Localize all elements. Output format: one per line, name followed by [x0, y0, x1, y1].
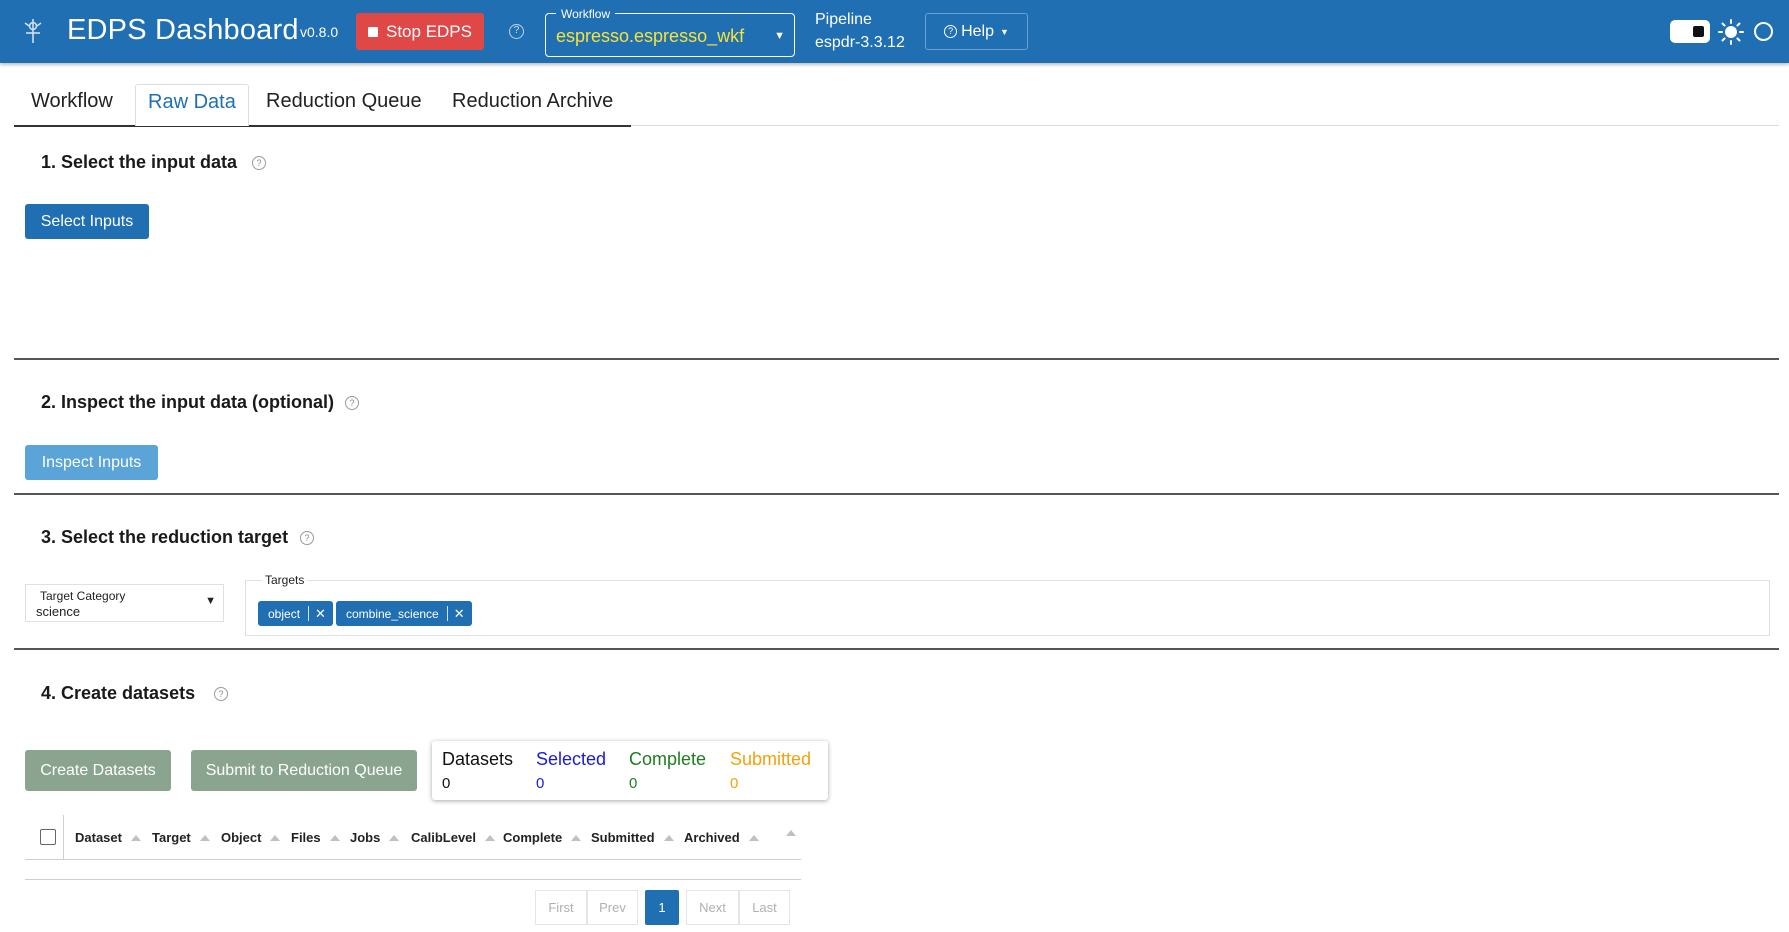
sort-icon [748, 834, 759, 841]
table-bottom-border [25, 879, 801, 880]
help-dropdown-button[interactable]: ? Help ▼ [925, 13, 1028, 50]
submit-to-queue-button[interactable]: Submit to Reduction Queue [191, 750, 417, 791]
help-label: Help [961, 22, 994, 40]
column-header-dataset[interactable]: Dataset [75, 830, 141, 845]
sort-icon [663, 834, 674, 841]
section-select-input-title: 1. Select the input data [41, 152, 238, 172]
pagination-page-1[interactable]: 1 [645, 890, 679, 925]
pagination-last[interactable]: Last [739, 890, 790, 925]
column-header-jobs[interactable]: Jobs [350, 830, 400, 845]
stop-edps-label: Stop EDPS [386, 21, 472, 41]
stat-selected-label: Selected [536, 749, 607, 769]
workflow-label: Workflow [556, 7, 616, 21]
column-header-complete[interactable]: Complete [503, 830, 582, 845]
workflow-select[interactable]: Workflow espresso.espresso_wkf ▼ [545, 7, 795, 57]
dataset-stats-panel: Datasets 0 Selected 0 Complete 0 Submitt… [432, 741, 828, 800]
column-header-caliblevel[interactable]: CalibLevel [411, 830, 496, 845]
help-circle-icon[interactable]: ? [509, 24, 524, 39]
stat-datasets-label: Datasets [442, 749, 514, 769]
column-header-object[interactable]: Object [221, 830, 281, 845]
edps-logo-icon [24, 19, 42, 43]
tab-workflow[interactable]: Workflow [31, 84, 113, 126]
stat-datasets: Datasets 0 [442, 749, 513, 792]
sun-icon[interactable] [1718, 19, 1744, 45]
column-header-target[interactable]: Target [152, 830, 210, 845]
tab-reduction-archive[interactable]: Reduction Archive [452, 84, 613, 126]
app-title: EDPS Dashboard [67, 14, 299, 46]
select-inputs-button[interactable]: Select Inputs [25, 204, 149, 239]
pagination-next[interactable]: Next [686, 890, 739, 925]
caret-down-icon: ▼ [999, 26, 1009, 37]
sort-icon [199, 834, 210, 841]
stat-complete-value: 0 [629, 775, 638, 792]
column-header-archived[interactable]: Archived [684, 830, 759, 845]
sort-icon [329, 834, 340, 841]
caret-down-icon: ▼ [205, 595, 216, 607]
column-header-extra[interactable] [786, 830, 796, 836]
target-chip-label: combine_science [346, 606, 439, 621]
target-category-value: science [36, 604, 81, 619]
theme-toggle-icon [1693, 26, 1704, 37]
stop-edps-button[interactable]: Stop EDPS [356, 13, 484, 50]
target-category-label: Target Category [40, 589, 126, 603]
remove-target-icon[interactable]: ✕ [315, 606, 326, 622]
help-circle-icon[interactable]: ? [345, 396, 359, 410]
section-reduction-target-title: 3. Select the reduction target [41, 527, 289, 547]
remove-target-icon[interactable]: ✕ [454, 606, 465, 622]
stat-selected: Selected 0 [536, 749, 606, 792]
stat-submitted-value: 0 [730, 775, 739, 792]
theme-toggle[interactable] [1670, 20, 1710, 43]
status-circle-icon [1754, 22, 1773, 41]
sort-icon [786, 830, 796, 836]
stat-submitted-label: Submitted [730, 749, 812, 769]
stat-complete-label: Complete [629, 749, 707, 769]
section-divider [14, 358, 1779, 360]
stop-icon [368, 26, 378, 37]
targets-label: Targets [262, 573, 308, 587]
stat-submitted: Submitted 0 [730, 749, 811, 792]
sort-icon [571, 834, 582, 841]
sort-icon [485, 834, 496, 841]
inspect-inputs-button[interactable]: Inspect Inputs [25, 445, 158, 480]
sort-icon [270, 834, 281, 841]
section-create-datasets-title: 4. Create datasets [41, 683, 196, 703]
create-datasets-button[interactable]: Create Datasets [25, 750, 171, 791]
help-circle-icon[interactable]: ? [300, 531, 314, 545]
help-circle-icon[interactable]: ? [214, 687, 228, 701]
pagination-prev[interactable]: Prev [587, 890, 638, 925]
target-category-select[interactable]: Target Category science ▼ [25, 584, 224, 622]
target-chip-object: object ✕ [258, 601, 333, 626]
tab-reduction-queue[interactable]: Reduction Queue [266, 84, 422, 126]
top-navbar: EDPS Dashboard v0.8.0 Stop EDPS ? Workfl… [0, 0, 1789, 63]
stat-selected-value: 0 [536, 775, 545, 792]
targets-multiselect[interactable] [245, 580, 1770, 636]
section-inspect-input-title: 2. Inspect the input data (optional) [41, 392, 335, 412]
help-circle-icon[interactable]: ? [252, 156, 266, 170]
pagination-first[interactable]: First [535, 890, 587, 925]
target-chip-label: object [268, 606, 301, 621]
column-header-files[interactable]: Files [291, 830, 340, 845]
target-chip-combine-science: combine_science ✕ [336, 601, 472, 626]
tab-raw-data[interactable]: Raw Data [135, 84, 249, 126]
pipeline-value: espdr-3.3.12 [815, 34, 905, 51]
stat-datasets-value: 0 [442, 775, 451, 792]
stat-complete: Complete 0 [629, 749, 706, 792]
select-all-checkbox[interactable] [40, 829, 56, 845]
pipeline-label: Pipeline [815, 11, 872, 28]
sort-icon [389, 834, 400, 841]
pipeline-info: Pipeline espdr-3.3.12 [815, 8, 905, 54]
section-divider [14, 648, 1779, 650]
version-label: v0.8.0 [300, 24, 339, 40]
workflow-value: espresso.espresso_wkf [556, 26, 745, 46]
help-circle-icon: ? [944, 25, 958, 38]
column-header-submitted[interactable]: Submitted [591, 830, 674, 845]
datasets-table-header: Dataset Target Object Files Jobs CalibLe… [25, 815, 801, 860]
sort-icon [130, 834, 141, 841]
caret-down-icon: ▼ [774, 30, 785, 42]
section-divider [14, 493, 1779, 495]
